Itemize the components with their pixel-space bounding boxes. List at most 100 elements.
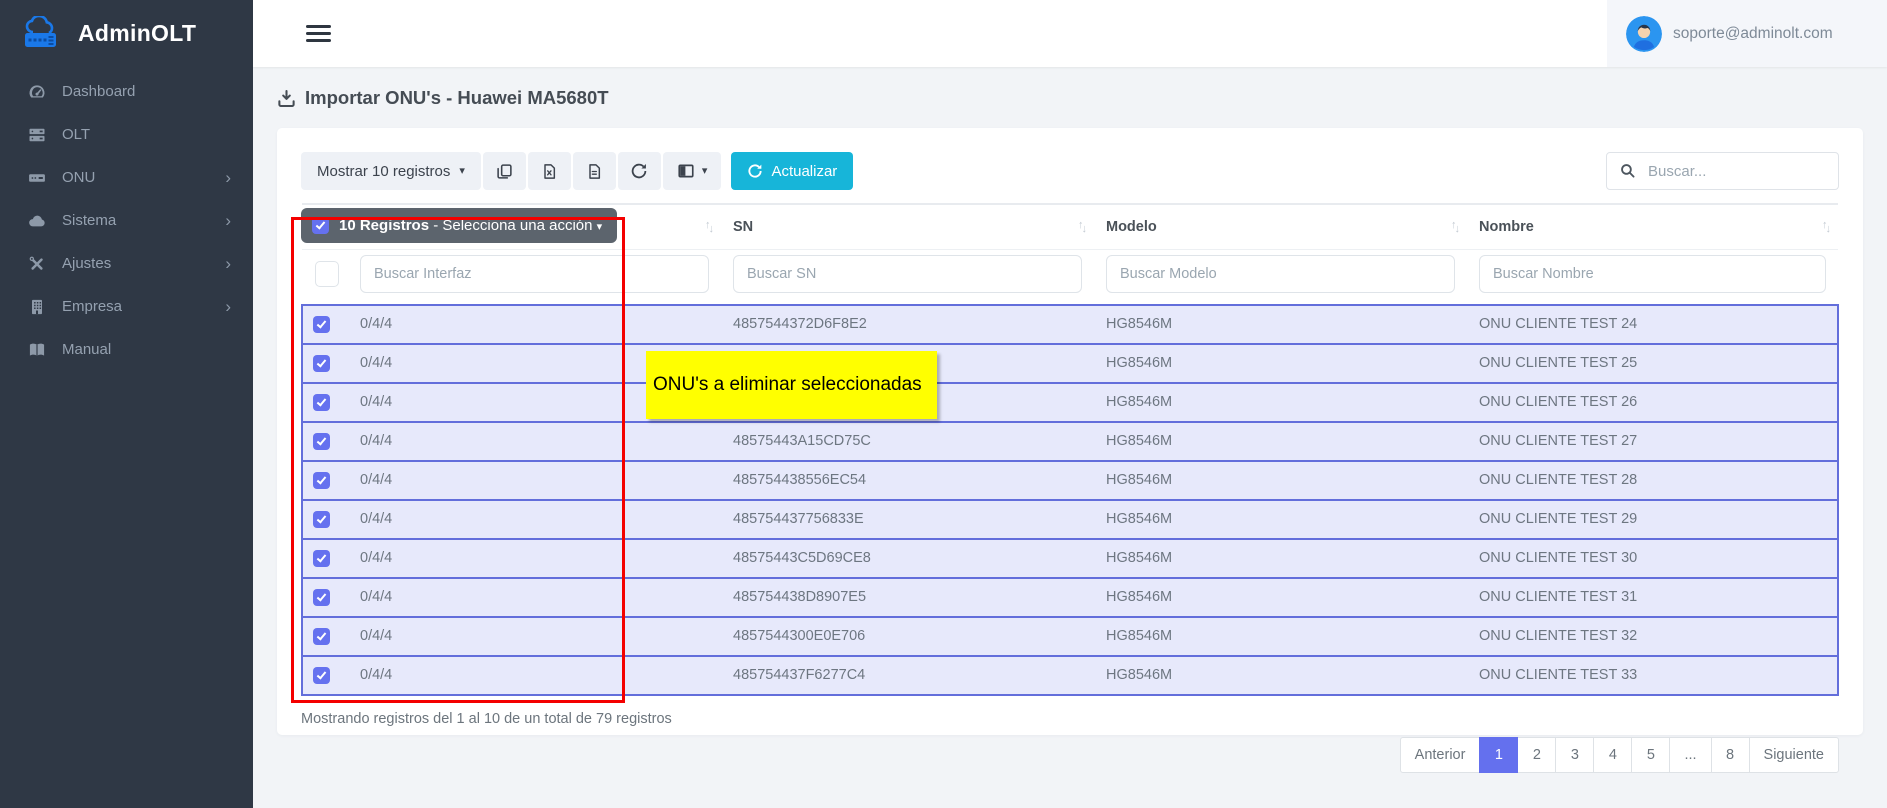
column-visibility-button[interactable]: ▾ [663,152,722,190]
actualizar-button[interactable]: Actualizar [731,152,853,190]
row-checkbox[interactable] [313,550,330,567]
sync-icon [630,162,648,180]
cell-modelo: HG8546M [1094,578,1467,617]
cell-nombre: ONU CLIENTE TEST 24 [1467,305,1838,344]
table-row[interactable]: 0/4/4 4857544300E0E706 HG8546M ONU CLIEN… [302,617,1838,656]
filter-modelo-input[interactable] [1106,255,1455,293]
reload-table-button[interactable] [618,152,661,190]
bulk-action-dropdown[interactable]: 10 Registros - Selecciona una acción ▾ [301,208,617,243]
table-row[interactable]: 0/4/4 4857544372D6F8E2 HG8546M ONU CLIEN… [302,305,1838,344]
copy-button[interactable] [483,152,526,190]
row-checkbox[interactable] [313,628,330,645]
table-body: 0/4/4 4857544372D6F8E2 HG8546M ONU CLIEN… [302,305,1838,695]
file-text-icon [586,163,602,180]
caret-down-icon: ▾ [597,221,603,233]
pagination-page-5[interactable]: 5 [1631,737,1670,773]
sidebar-item-ajustes[interactable]: Ajustes › [0,242,253,285]
cell-interfaz: 0/4/4 [348,539,721,578]
cell-sn: 4857544300E0E706 [721,617,1094,656]
filter-checkbox[interactable] [315,261,339,287]
sidebar-item-manual[interactable]: Manual [0,328,253,371]
table-row[interactable]: 0/4/4 HG8546M ONU CLIENTE TEST 25 [302,344,1838,383]
row-checkbox[interactable] [313,589,330,606]
page-content: Importar ONU's - Huawei MA5680T Mostrar … [253,67,1887,808]
cell-sn: 485754438556EC54 [721,461,1094,500]
table-row[interactable]: 0/4/4 485754437F6277C4 HG8546M ONU CLIEN… [302,656,1838,695]
cell-interfaz: 0/4/4 [348,461,721,500]
row-checkbox[interactable] [313,355,330,372]
cell-nombre: ONU CLIENTE TEST 30 [1467,539,1838,578]
onu-table: ↑↓ SN↑↓ Modelo↑↓ Nombre↑↓ [301,203,1839,696]
header-nombre[interactable]: Nombre↑↓ [1467,204,1838,249]
page-length-dropdown[interactable]: Mostrar 10 registros ▾ [301,152,481,190]
sidebar-item-olt[interactable]: OLT [0,113,253,156]
sort-icon[interactable]: ↑↓ [1451,221,1460,233]
sidebar-item-onu[interactable]: ONU › [0,156,253,199]
cell-modelo: HG8546M [1094,539,1467,578]
chevron-right-icon: › [225,169,231,186]
row-checkbox[interactable] [313,316,330,333]
row-checkbox[interactable] [313,472,330,489]
pagination-next[interactable]: Siguiente [1749,737,1839,773]
selected-count: 10 Registros [339,217,429,234]
tools-icon [27,254,47,274]
search-input[interactable] [1606,152,1839,190]
pagination-page-8[interactable]: 8 [1711,737,1750,773]
row-checkbox[interactable] [313,433,330,450]
header-sn[interactable]: SN↑↓ [721,204,1094,249]
select-all-checkbox[interactable] [312,217,329,234]
sidebar-item-dashboard[interactable]: Dashboard [0,70,253,113]
cell-modelo: HG8546M [1094,383,1467,422]
pagination-page-3[interactable]: 3 [1555,737,1594,773]
filter-nombre-input[interactable] [1479,255,1826,293]
cell-modelo: HG8546M [1094,344,1467,383]
table-row[interactable]: 0/4/4 485754438D8907E5 HG8546M ONU CLIEN… [302,578,1838,617]
row-checkbox[interactable] [313,394,330,411]
row-checkbox[interactable] [313,667,330,684]
pagination-page-2[interactable]: 2 [1517,737,1556,773]
sort-icon[interactable]: ↑↓ [1078,221,1087,233]
brand-logo[interactable]: AdminOLT [0,0,253,67]
row-checkbox[interactable] [313,511,330,528]
pagination-page-4[interactable]: 4 [1593,737,1632,773]
sidebar-item-label: Dashboard [62,83,135,100]
export-excel-button[interactable] [528,152,571,190]
cell-sn: 485754437756833E [721,500,1094,539]
sidebar-item-label: Ajustes [62,255,111,272]
header-modelo[interactable]: Modelo↑↓ [1094,204,1467,249]
cell-modelo: HG8546M [1094,422,1467,461]
sidebar-item-empresa[interactable]: Empresa › [0,285,253,328]
cell-modelo: HG8546M [1094,617,1467,656]
main-area: soporte@adminolt.com Importar ONU's - Hu… [253,0,1887,808]
table-row[interactable]: 0/4/4 485754438556EC54 HG8546M ONU CLIEN… [302,461,1838,500]
table-row[interactable]: 0/4/4 485754437756833E HG8546M ONU CLIEN… [302,500,1838,539]
bulk-action-label: - Selecciona una acción [433,217,592,234]
pagination-previous[interactable]: Anterior [1400,737,1481,773]
copy-icon [496,163,513,180]
cell-sn: 485754437F6277C4 [721,656,1094,695]
menu-toggle-button[interactable] [306,21,331,46]
cell-modelo: HG8546M [1094,500,1467,539]
cell-modelo: HG8546M [1094,305,1467,344]
table-row[interactable]: 0/4/4 48575443C5D69CE8 HG8546M ONU CLIEN… [302,539,1838,578]
pagination-page-1[interactable]: 1 [1479,737,1518,773]
sort-icon[interactable]: ↑↓ [1822,221,1831,233]
cell-nombre: ONU CLIENTE TEST 33 [1467,656,1838,695]
export-file-button[interactable] [573,152,616,190]
table-row[interactable]: 0/4/4 HG8546M ONU CLIENTE TEST 26 [302,383,1838,422]
columns-icon [677,162,695,180]
chevron-right-icon: › [225,212,231,229]
sort-icon[interactable]: ↑↓ [705,221,714,233]
cell-nombre: ONU CLIENTE TEST 29 [1467,500,1838,539]
cell-interfaz: 0/4/4 [348,500,721,539]
table-row[interactable]: 0/4/4 48575443A15CD75C HG8546M ONU CLIEN… [302,422,1838,461]
table-search [1606,152,1839,190]
cell-nombre: ONU CLIENTE TEST 27 [1467,422,1838,461]
user-menu[interactable]: soporte@adminolt.com [1607,0,1887,67]
cell-interfaz: 0/4/4 [348,578,721,617]
filter-interfaz-input[interactable] [360,255,709,293]
sidebar: AdminOLT Dashboard OLT ONU › [0,0,253,808]
filter-sn-input[interactable] [733,255,1082,293]
cell-nombre: ONU CLIENTE TEST 31 [1467,578,1838,617]
sidebar-item-sistema[interactable]: Sistema › [0,199,253,242]
